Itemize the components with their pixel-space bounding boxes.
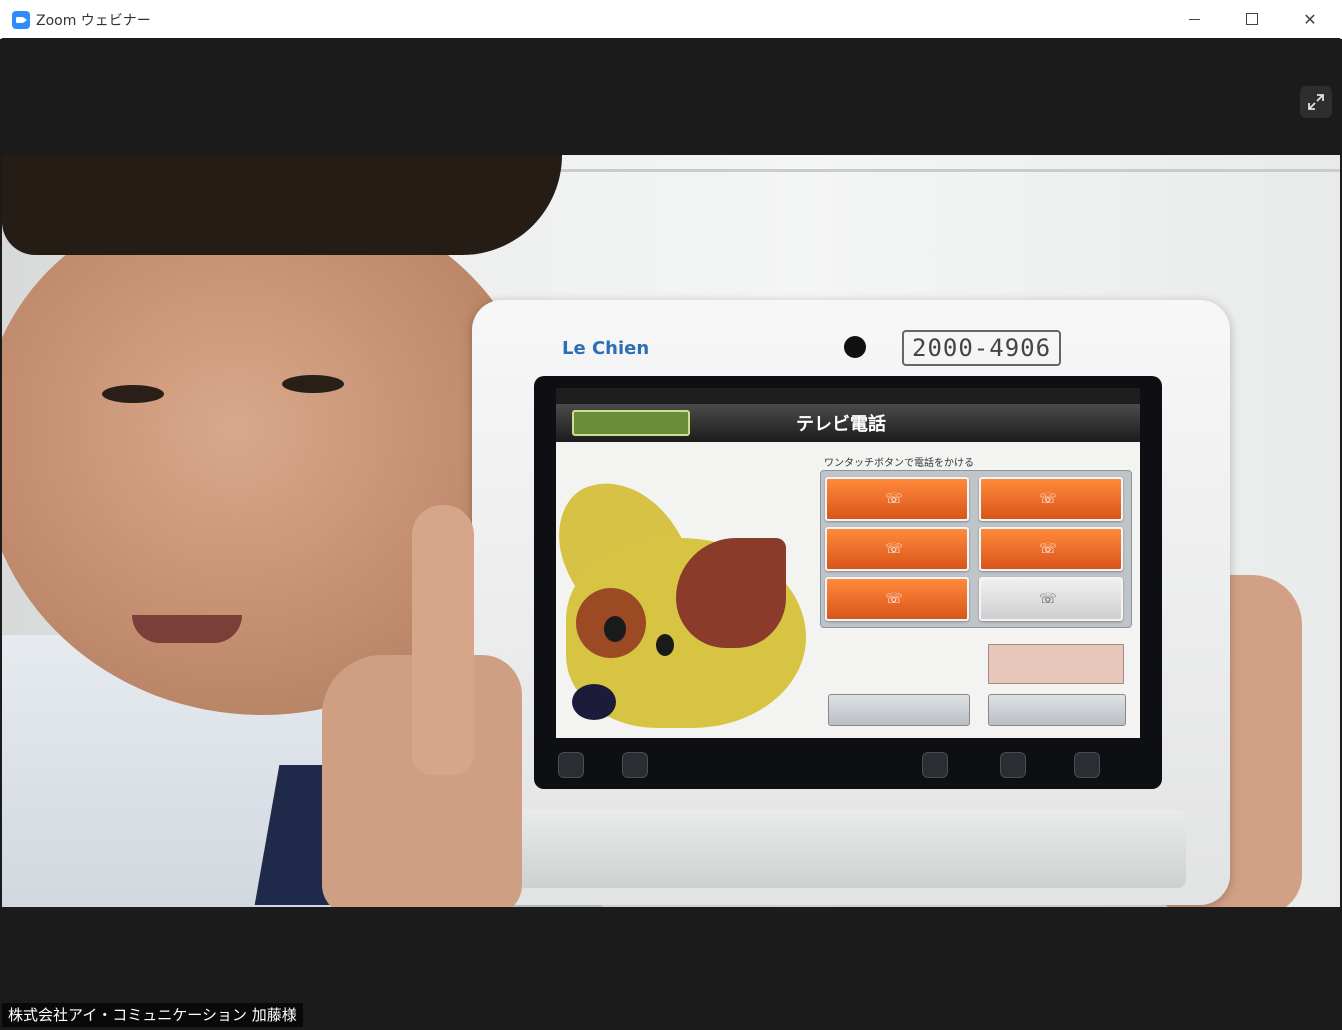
- tablet-screen-bezel: テレビ電話 ワンタッチボタンで電話をかける ☏ ☏ ☏ ☏ ☏ ☏: [534, 376, 1162, 789]
- call-button: ☏: [979, 477, 1123, 521]
- close-icon: ✕: [1303, 9, 1317, 29]
- call-button: ☏: [825, 577, 969, 621]
- call-button-gray: ☏: [979, 577, 1123, 621]
- index-finger: [412, 505, 474, 775]
- phone-icon: ☏: [885, 591, 903, 607]
- tablet-back-button: [572, 410, 690, 436]
- tablet-screen: テレビ電話 ワンタッチボタンで電話をかける ☏ ☏ ☏ ☏ ☏ ☏: [556, 388, 1140, 738]
- tablet-softkey: [558, 752, 584, 778]
- phone-icon: ☏: [1039, 591, 1057, 607]
- video-area: Le Chien 2000-4906 テレビ電話 ワンタッチボタンで電話をかける: [2, 38, 1340, 1028]
- window-title: Zoom ウェビナー: [36, 13, 151, 29]
- fullscreen-button[interactable]: [1300, 86, 1332, 118]
- tablet-info-box: [988, 644, 1124, 684]
- participant-name-tag: 株式会社アイ・コミュニケーション 加藤様: [2, 1003, 303, 1027]
- wall-edge: [542, 169, 1340, 172]
- mouth: [132, 615, 242, 643]
- maximize-icon: [1246, 13, 1258, 25]
- tablet-home-key: [922, 752, 948, 778]
- maximize-button[interactable]: [1223, 0, 1281, 38]
- fullscreen-icon: [1308, 94, 1324, 110]
- tablet-softkey: [1000, 752, 1026, 778]
- window-titlebar: Zoom ウェビナー ✕: [0, 0, 1342, 39]
- tablet-camera: [844, 336, 866, 358]
- tablet-chin: [518, 810, 1186, 888]
- tablet-softkeys: [534, 746, 1162, 786]
- dog-eye: [656, 634, 674, 656]
- tablet-device: Le Chien 2000-4906 テレビ電話 ワンタッチボタンで電話をかける: [472, 300, 1230, 905]
- tablet-statusbar: [556, 388, 1140, 404]
- call-button: ☏: [979, 527, 1123, 571]
- tablet-screen-title: テレビ電話: [796, 414, 886, 435]
- minimize-button[interactable]: [1165, 0, 1223, 38]
- phone-icon: ☏: [1039, 491, 1057, 507]
- minimize-icon: [1188, 18, 1200, 20]
- hair: [2, 155, 562, 255]
- tablet-serial-label: 2000-4906: [902, 330, 1062, 366]
- close-button[interactable]: ✕: [1281, 0, 1339, 38]
- tablet-softkey: [1074, 752, 1100, 778]
- tablet-softkey: [622, 752, 648, 778]
- tablet-bottom-button: [828, 694, 970, 726]
- call-button: ☏: [825, 477, 969, 521]
- call-button-grid: ☏ ☏ ☏ ☏ ☏ ☏: [820, 470, 1132, 628]
- tablet-screen-header: テレビ電話: [556, 404, 1140, 442]
- phone-icon: ☏: [885, 541, 903, 557]
- tablet-instruction: ワンタッチボタンで電話をかける: [824, 458, 974, 469]
- right-eye: [282, 375, 344, 393]
- zoom-app-icon: [12, 11, 30, 29]
- participant-video: Le Chien 2000-4906 テレビ電話 ワンタッチボタンで電話をかける: [2, 155, 1340, 907]
- left-eye: [102, 385, 164, 403]
- tablet-bottom-button-right: [988, 694, 1126, 726]
- phone-icon: ☏: [1039, 541, 1057, 557]
- tablet-brand-logo: Le Chien: [562, 338, 650, 359]
- dog-eye: [604, 616, 626, 642]
- phone-icon: ☏: [885, 491, 903, 507]
- dog-nose: [572, 684, 616, 720]
- call-button: ☏: [825, 527, 969, 571]
